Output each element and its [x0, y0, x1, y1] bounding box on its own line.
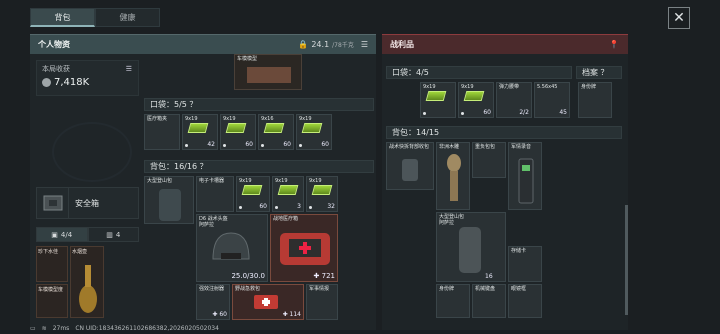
list-icon[interactable]: ☰	[361, 40, 368, 49]
backpack-item[interactable]: 强效注射器 ✚ 60	[196, 284, 230, 320]
pocket-grid: 医疗箱夹 9x19 42 9x19 60 9x16 60 9x19 60	[144, 114, 334, 150]
medkit-icon	[280, 233, 330, 265]
ping-value: 27ms	[52, 324, 70, 332]
safe-box-label: 安全箱	[75, 198, 99, 208]
loot-item[interactable]: 存储卡	[508, 246, 542, 282]
coin-icon	[42, 78, 51, 87]
helmet-icon	[212, 232, 250, 260]
earnings-value: 7,418K	[54, 77, 90, 88]
earnings-label: 本局收获	[42, 65, 70, 73]
case-item[interactable]: 车模模型度	[36, 284, 68, 318]
archive-header: 档案 ？	[576, 66, 622, 79]
loot-pocket-item[interactable]: 9x19	[420, 82, 456, 118]
backpack-item[interactable]: 军事情报	[306, 284, 338, 320]
case-item[interactable]: 水烟壶	[70, 246, 104, 318]
status-bar: ▭ ≋ 27ms CN UID:183436261102686382,20260…	[30, 323, 450, 333]
ammo-icon	[277, 185, 299, 195]
archive-item[interactable]: 身份牌	[578, 82, 612, 118]
uid-text: CN UID:183436261102686382,2026020502034	[75, 324, 219, 332]
loot-backpack-header: 背包：14/15	[386, 126, 622, 139]
wifi-icon: ≋	[41, 324, 47, 332]
top-item[interactable]: 车模模型	[234, 54, 302, 90]
personal-supplies-header: 个人物资 🔒 24.1/78千克 ☰	[30, 34, 376, 54]
loot-item[interactable]: 战术快拆背部收包	[386, 142, 434, 190]
pocket-header: 口袋：5/5 ？	[144, 98, 374, 111]
ammo-icon	[463, 91, 485, 101]
loot-header: 战利品 📍	[382, 34, 628, 54]
loot-item[interactable]: 重负包包	[472, 142, 506, 178]
loot-item[interactable]: 眼镜框	[508, 284, 542, 318]
pocket-item[interactable]: 9x19 60	[296, 114, 332, 150]
earnings-box[interactable]: 本局收获 7,418K ☰	[36, 60, 139, 96]
tab-health[interactable]: 健康	[95, 8, 160, 27]
loot-pocket-item[interactable]: 弹力腰带 2/2	[496, 82, 532, 118]
safe-box-slot[interactable]: 安全箱	[36, 187, 139, 219]
loot-item[interactable]: 军情录音	[508, 142, 542, 210]
backpack-grid: 大型登山包 电子卡槽器 9x19 60 9x19 3 9x19 32 D6 战术头盔 …	[144, 176, 340, 322]
recorder-icon	[518, 158, 534, 204]
helmet-item[interactable]: D6 战术头盔 阿萨拉 25.0/30.0	[196, 214, 268, 282]
loot-item[interactable]: 非洲木雕	[436, 142, 470, 210]
faction-emblem	[52, 122, 132, 182]
top-tabs: 背包 健康	[30, 8, 160, 27]
case-items: 珍下水佳 水烟壶 车模模型度	[36, 244, 106, 320]
trash-icon: ▥	[106, 230, 113, 239]
backpack-item[interactable]: 9x19 60	[236, 176, 270, 212]
loot-scrollbar[interactable]	[625, 205, 628, 315]
ammo-icon	[241, 185, 263, 195]
backpack-header: 背包：16/16 ？	[144, 160, 374, 173]
case-item[interactable]: 珍下水佳	[36, 246, 68, 282]
statue-icon	[447, 154, 461, 201]
close-icon: ✕	[673, 10, 685, 26]
ammo-icon	[225, 123, 247, 133]
loot-bag[interactable]: 大型登山包 阿萨拉 16	[436, 212, 506, 282]
ammo-icon	[187, 123, 209, 133]
container-tabs: ▣ 4/4 ▥ 4	[36, 227, 139, 242]
safe-box-icon	[37, 188, 69, 218]
backpack-item[interactable]: 电子卡槽器	[196, 176, 234, 212]
loot-backpack-grid: 战术快拆背部收包 非洲木雕 重负包包 军情录音 大型登山包 阿萨拉 16 存储卡 …	[386, 142, 546, 320]
close-button[interactable]: ✕	[668, 7, 690, 29]
ammo-icon	[425, 91, 447, 101]
loot-pocket-grid: 9x19 9x19 60 弹力腰带 2/2 5.56x45 45	[420, 82, 570, 118]
lock-icon: 🔒	[298, 40, 309, 49]
loot-pocket-header: 口袋：4/5	[386, 66, 572, 79]
briefcase-icon: ▣	[51, 230, 58, 239]
ammo-icon	[311, 185, 333, 195]
pocket-item[interactable]: 9x16 60	[258, 114, 294, 150]
backpack-item[interactable]: 9x19 3	[272, 176, 304, 212]
panel-title: 个人物资	[38, 40, 70, 49]
battery-icon: ▭	[30, 324, 36, 332]
loot-pocket-item[interactable]: 9x19 60	[458, 82, 494, 118]
ammo-icon	[301, 123, 323, 133]
weight-capacity: 🔒 24.1/78千克 ☰	[298, 40, 368, 49]
ammo-icon	[263, 123, 285, 133]
backpack-item[interactable]: 野战急救包 ✚ 114	[232, 284, 304, 320]
pocket-item[interactable]: 医疗箱夹	[144, 114, 180, 150]
loot-title: 战利品	[390, 40, 414, 49]
backpack-bag[interactable]: 大型登山包	[144, 176, 194, 224]
pocket-item[interactable]: 9x19 42	[182, 114, 218, 150]
location-pin-icon[interactable]: 📍	[608, 39, 620, 51]
loot-pocket-item[interactable]: 5.56x45 45	[534, 82, 570, 118]
pocket-item[interactable]: 9x19 60	[220, 114, 256, 150]
tab-backpack[interactable]: 背包	[30, 8, 95, 27]
backpack-item[interactable]: 9x19 32	[306, 176, 338, 212]
medkit-item[interactable]: 战地医疗箱 ✚ 721	[270, 214, 338, 282]
first-aid-icon	[254, 295, 278, 309]
tab-case[interactable]: ▣ 4/4	[36, 227, 88, 242]
loot-item[interactable]: 机械键盘	[472, 284, 506, 318]
loot-item[interactable]: 身份牌	[436, 284, 470, 318]
menu-icon[interactable]: ☰	[126, 65, 132, 73]
tab-storage[interactable]: ▥ 4	[87, 227, 139, 242]
